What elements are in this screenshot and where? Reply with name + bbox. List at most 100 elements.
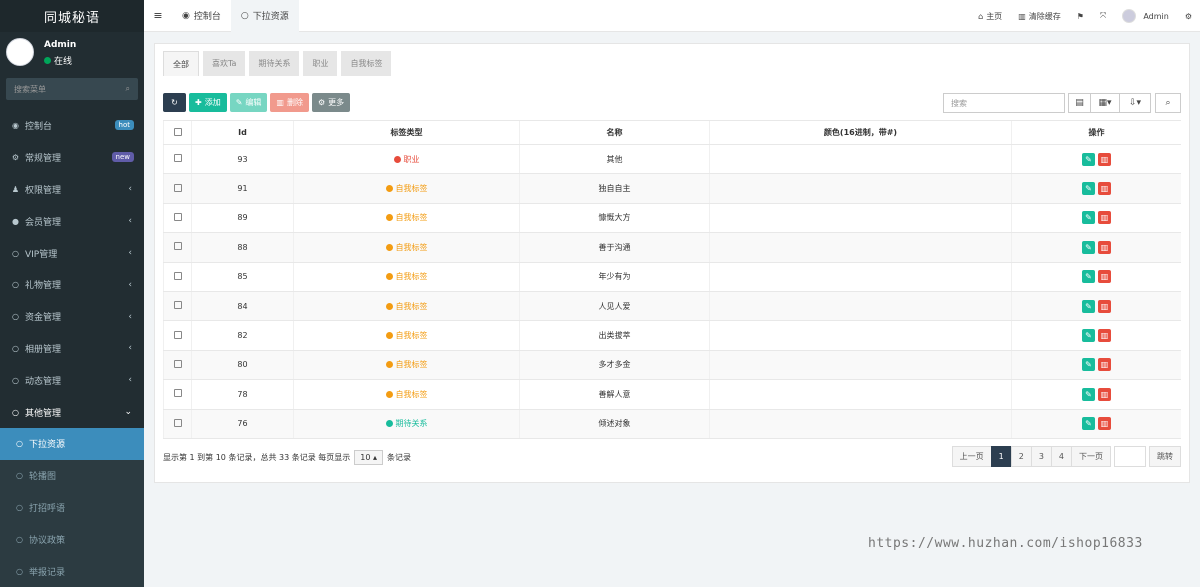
edit-row-button[interactable]: ✎ [1082,329,1095,343]
search-icon[interactable]: ⌕ [126,84,130,94]
search-button[interactable]: ⌕ [1155,93,1181,113]
row-checkbox[interactable] [163,379,192,410]
delete-row-button[interactable]: ▥ [1098,387,1111,401]
edit-row-button[interactable]: ✎ [1082,387,1095,401]
filter-tab[interactable]: 喜欢Ta [203,51,246,76]
row-checkbox[interactable] [163,144,192,175]
delete-row-button[interactable]: ▥ [1098,240,1111,254]
delete-row-button[interactable]: ▥ [1098,417,1111,431]
sidebar-item[interactable]: ○ VIP管理 ‹ [0,237,144,269]
page-number-button[interactable]: 4 [1050,446,1072,467]
columns-button[interactable]: ▦▾ [1090,93,1120,113]
sidebar-subitem[interactable]: ○ 轮播图 [0,459,144,492]
menu-badge: new [111,151,134,162]
col-id[interactable]: Id [191,120,294,145]
delete-row-button[interactable]: ▥ [1098,182,1111,196]
delete-button[interactable]: ▥ 删除 [270,93,309,112]
edit-row-button[interactable]: ✎ [1082,152,1095,166]
row-checkbox[interactable] [163,173,192,204]
menu-search-input[interactable]: 搜索菜单 ⌕ [6,78,138,100]
delete-row-button[interactable]: ▥ [1098,299,1111,313]
filter-tab[interactable]: 全部 [163,51,199,76]
translate-icon[interactable]: ⚑ [1069,12,1092,21]
col-type[interactable]: 标签类型 [293,120,520,145]
tab-dropdown-resource[interactable]: ○ 下拉资源 [230,0,299,32]
fullscreen-icon[interactable]: ⤧ [1092,11,1114,21]
edit-row-button[interactable]: ✎ [1082,417,1095,431]
add-button[interactable]: ✚ 添加 [189,93,227,112]
row-checkbox[interactable] [163,232,192,263]
jump-button[interactable]: 跳转 [1149,446,1181,467]
col-name[interactable]: 名称 [519,120,710,145]
page-size-select[interactable]: 10 ▴ [354,450,383,465]
sidebar: 同城秘语 Admin 在线 搜索菜单 ⌕ ◉ 控制台 hot ⚙ 常规管理 new ♟ 权限管理… [0,0,144,587]
row-actions: ✎ ▥ [1082,152,1111,166]
tab-dashboard[interactable]: ◉ 控制台 [172,0,231,32]
delete-row-button[interactable]: ▥ [1098,152,1111,166]
edit-row-button[interactable]: ✎ [1082,299,1095,313]
edit-button[interactable]: ✎ 编辑 [229,93,268,112]
delete-row-button[interactable]: ▥ [1098,270,1111,284]
delete-row-button[interactable]: ▥ [1098,211,1111,225]
menu-badge: hot [114,120,134,130]
page-number-button[interactable]: 2 [1010,446,1032,467]
edit-row-button[interactable]: ✎ [1082,211,1095,225]
sidebar-item[interactable]: ○ 礼物管理 ‹ [0,269,144,301]
sidebar-item[interactable]: ♟ 权限管理 ‹ [0,174,144,206]
row-checkbox[interactable] [163,262,192,292]
sidebar-subitem[interactable]: ○ 协议政策 [0,523,144,556]
page-number-button[interactable]: 3 [1030,446,1052,467]
edit-row-button[interactable]: ✎ [1082,182,1095,196]
row-actions: ✎ ▥ [1082,387,1111,401]
prev-page-button[interactable]: 上一页 [951,446,992,467]
row-checkbox[interactable] [163,350,192,381]
row-checkbox[interactable] [163,203,192,234]
export-button[interactable]: ⇩▾ [1119,93,1151,113]
jump-page-input[interactable] [1114,446,1146,467]
cell-name: 多才多金 [519,350,710,381]
app-logo[interactable]: 同城秘语 [0,0,144,32]
row-checkbox[interactable] [163,320,192,351]
sidebar-subitem[interactable]: ○ 打招呼语 [0,491,144,524]
menu-toggle-icon[interactable]: ≡ [144,9,172,22]
sidebar-item[interactable]: ○ 动态管理 ‹ [0,364,144,396]
col-color[interactable]: 颜色(16进制，带#) [709,120,1012,145]
sidebar-item[interactable]: ◉ 控制台 hot [0,110,144,142]
home-link[interactable]: ⌂ 主页 [970,11,1010,22]
sidebar-subitem[interactable]: ○ 下拉资源 [0,427,144,460]
refresh-button[interactable]: ↻ [163,93,186,112]
select-all-checkbox[interactable] [163,120,192,145]
row-actions: ✎ ▥ [1082,211,1111,225]
filter-tab[interactable]: 职业 [303,51,338,76]
settings-icon[interactable]: ⚙ [1177,12,1200,21]
row-actions: ✎ ▥ [1082,270,1111,284]
sidebar-item[interactable]: ○ 相册管理 ‹ [0,333,144,365]
delete-row-button[interactable]: ▥ [1098,329,1111,343]
sidebar-item[interactable]: ⚙ 常规管理 new [0,142,144,174]
sidebar-item-label: 动态管理 [25,376,62,387]
row-checkbox[interactable] [163,409,192,439]
sidebar-subitem[interactable]: ○ 举报记录 [0,555,144,587]
avatar [6,38,34,66]
table-row: 76 期待关系 倾述对象 ✎ ▥ [163,409,1181,439]
table-search-input[interactable]: 搜索 [943,93,1065,113]
more-button[interactable]: ⚙ 更多 [311,93,351,112]
page-number-button[interactable]: 1 [990,446,1012,467]
admin-menu[interactable]: Admin [1114,9,1177,23]
filter-tab[interactable]: 期待关系 [249,51,300,76]
row-checkbox[interactable] [163,291,192,322]
sidebar-item[interactable]: ○ 资金管理 ‹ [0,301,144,333]
next-page-button[interactable]: 下一页 [1071,446,1111,467]
edit-row-button[interactable]: ✎ [1082,240,1095,254]
clear-cache-button[interactable]: ▥ 清除缓存 [1010,11,1069,22]
edit-row-button[interactable]: ✎ [1082,358,1095,372]
sidebar-item[interactable]: ● 会员管理 ‹ [0,205,144,237]
cell-id: 82 [191,320,294,351]
toggle-view-button[interactable]: ▤ [1068,93,1091,113]
sidebar-item[interactable]: ○ 其他管理 ⌄ [0,396,144,428]
sidebar-item-label: 常规管理 [25,154,62,165]
filter-tab[interactable]: 自我标签 [341,51,392,76]
delete-row-button[interactable]: ▥ [1098,358,1111,372]
edit-row-button[interactable]: ✎ [1082,270,1095,284]
status-dot-icon [385,302,393,310]
